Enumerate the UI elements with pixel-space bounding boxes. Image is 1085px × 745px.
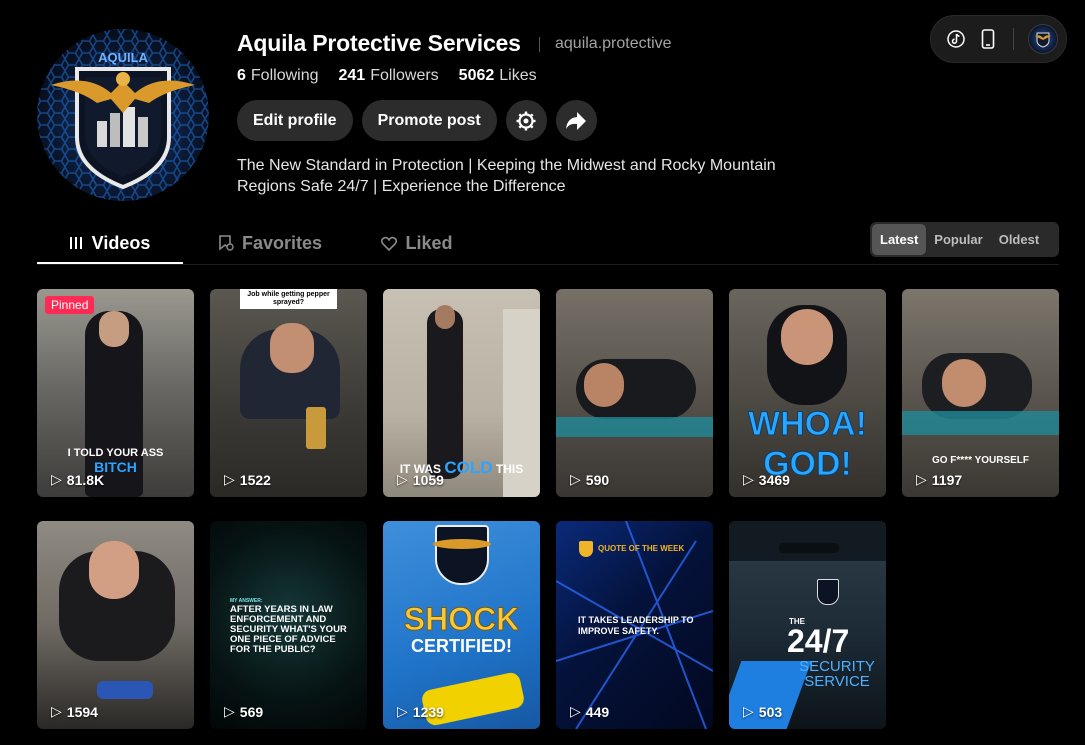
share-profile-button[interactable] — [555, 100, 597, 141]
play-icon: ▷ — [224, 471, 235, 487]
tab-videos[interactable]: Videos — [37, 222, 183, 264]
play-icon: ▷ — [570, 471, 581, 487]
play-icon: ▷ — [916, 471, 927, 487]
view-count: ▷ 1594 — [51, 703, 98, 720]
video-card[interactable]: MY ANSWER: AFTER YEARS IN LAW ENFORCEMEN… — [210, 521, 367, 729]
sort-oldest[interactable]: Oldest — [991, 224, 1047, 255]
video-card[interactable]: THE 24/7 SECURITY SERVICE ▷ 503 — [729, 521, 886, 729]
profile-actions: Edit profile Promote post — [237, 100, 597, 141]
play-icon: ▷ — [397, 471, 408, 487]
video-card[interactable]: GO F**** YOURSELF ▷ 1197 — [902, 289, 1059, 497]
view-count: ▷ 449 — [570, 703, 610, 720]
phone-icon[interactable] — [977, 28, 999, 50]
video-card[interactable]: IT WAS COLD THIS ▷ 1059 — [383, 289, 540, 497]
tab-favorites[interactable]: Favorites — [207, 222, 333, 264]
stat-following[interactable]: 6 Following — [237, 67, 319, 85]
sort-toggle: Latest Popular Oldest — [870, 222, 1059, 257]
sort-latest[interactable]: Latest — [872, 224, 927, 255]
video-card[interactable]: WHOA! GOD! ▷ 3469 — [729, 289, 886, 497]
toolbar-divider — [1013, 28, 1014, 50]
play-icon: ▷ — [570, 703, 581, 719]
view-count: ▷ 1522 — [224, 471, 271, 488]
view-count: ▷ 1239 — [397, 703, 444, 720]
view-count: ▷ 3469 — [743, 471, 790, 488]
play-icon: ▷ — [743, 703, 754, 719]
edit-profile-button[interactable]: Edit profile — [237, 100, 353, 141]
play-icon: ▷ — [397, 703, 408, 719]
video-card[interactable]: Job while getting pepper sprayed? ▷ 1522 — [210, 289, 367, 497]
share-arrow-icon — [566, 111, 587, 130]
svg-text:AQUILA: AQUILA — [98, 50, 148, 65]
video-card[interactable]: Pinned I TOLD YOUR ASS BITCH ▷ 81.8K — [37, 289, 194, 497]
sort-popular[interactable]: Popular — [926, 224, 990, 255]
profile-avatar[interactable]: AQUILA — [37, 29, 209, 201]
play-icon: ▷ — [51, 703, 62, 719]
view-count: ▷ 1197 — [916, 471, 963, 488]
play-icon: ▷ — [51, 471, 62, 487]
grid-icon — [69, 237, 82, 249]
tab-liked[interactable]: Liked — [367, 222, 467, 264]
bookmark-icon — [219, 235, 234, 251]
view-count: ▷ 569 — [224, 703, 264, 720]
gear-icon — [516, 111, 536, 130]
stat-followers[interactable]: 241 Followers — [339, 67, 439, 85]
profile-bio: The New Standard in Protection | Keeping… — [237, 157, 776, 195]
view-count: ▷ 590 — [570, 471, 610, 488]
tiktok-icon[interactable] — [945, 28, 967, 50]
top-right-toolbar — [930, 15, 1067, 63]
pinned-badge: Pinned — [45, 296, 95, 314]
profile-stats: 6 Following 241 Followers 5062 Likes — [237, 67, 537, 85]
active-tab-indicator — [37, 262, 183, 264]
view-count: ▷ 1059 — [397, 471, 444, 488]
shield-icon — [579, 541, 593, 557]
settings-button[interactable] — [505, 100, 547, 141]
video-card[interactable]: QUOTE OF THE WEEK IT TAKES LEADERSHIP TO… — [556, 521, 713, 729]
aquila-logo: AQUILA — [37, 29, 209, 201]
play-icon: ▷ — [743, 471, 754, 487]
profile-name: Aquila Protective Services — [237, 30, 521, 56]
view-count: ▷ 81.8K — [51, 471, 105, 488]
heart-icon — [381, 236, 398, 251]
view-count: ▷ 503 — [743, 703, 783, 720]
video-card[interactable]: SHOCK CERTIFIED! ▷ 1239 — [383, 521, 540, 729]
promote-post-button[interactable]: Promote post — [361, 100, 497, 141]
video-card[interactable]: ▷ 1594 — [37, 521, 194, 729]
play-icon: ▷ — [224, 703, 235, 719]
profile-handle: aquila.protective — [555, 35, 672, 52]
account-avatar[interactable] — [1028, 24, 1058, 54]
name-divider — [539, 37, 540, 52]
video-card[interactable]: ▷ 590 — [556, 289, 713, 497]
stat-likes: 5062 Likes — [458, 67, 537, 84]
